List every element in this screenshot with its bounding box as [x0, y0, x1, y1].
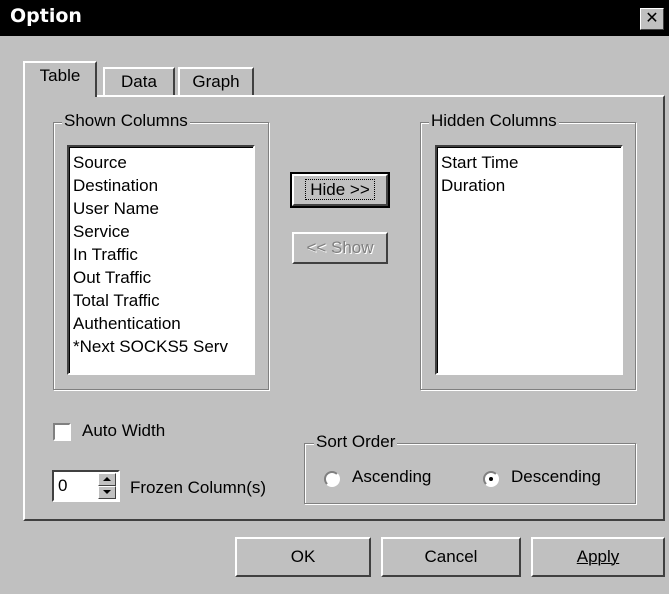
list-item[interactable]: Total Traffic: [73, 289, 253, 312]
close-button[interactable]: ✕: [640, 8, 664, 30]
hide-button[interactable]: Hide >>: [290, 172, 390, 208]
frozen-columns-value: 0: [58, 476, 68, 495]
descending-radio[interactable]: [483, 471, 499, 487]
ok-button-label: OK: [290, 547, 316, 566]
cancel-button[interactable]: Cancel: [381, 537, 521, 577]
hidden-columns-list[interactable]: Start Time Duration: [435, 145, 623, 375]
apply-button-label: Apply: [576, 547, 620, 566]
frozen-columns-label: Frozen Column(s): [130, 478, 267, 497]
auto-width-checkbox[interactable]: [53, 423, 71, 441]
list-item[interactable]: Source: [73, 151, 253, 174]
tab-table-label: Table: [39, 66, 81, 85]
window-title: Option: [10, 5, 82, 27]
hide-button-label: Hide >>: [305, 179, 375, 200]
auto-width-label[interactable]: Auto Width: [82, 421, 165, 441]
descending-label[interactable]: Descending: [511, 467, 601, 487]
tab-data[interactable]: Data: [103, 67, 175, 95]
radio-selected-dot: [489, 477, 493, 481]
tab-graph[interactable]: Graph: [178, 67, 254, 95]
spin-down-button[interactable]: [98, 486, 116, 499]
close-icon: ✕: [645, 10, 659, 27]
spin-up-button[interactable]: [98, 473, 116, 486]
ascending-label[interactable]: Ascending: [352, 467, 431, 487]
arrow-down-icon: [103, 490, 111, 494]
title-bar: Option ✕: [0, 0, 669, 36]
tab-table[interactable]: Table: [23, 61, 97, 97]
frozen-columns-stepper[interactable]: [98, 473, 116, 499]
arrow-up-icon: [103, 477, 111, 481]
shown-columns-list[interactable]: Source Destination User Name Service In …: [67, 145, 255, 375]
show-button[interactable]: << Show: [292, 232, 388, 264]
ascending-radio[interactable]: [324, 471, 340, 487]
hidden-columns-title: Hidden Columns: [429, 111, 559, 131]
list-item[interactable]: In Traffic: [73, 243, 253, 266]
list-item[interactable]: *Next SOCKS5 Serv: [73, 335, 253, 358]
show-button-label: << Show: [306, 238, 374, 257]
list-item[interactable]: Service: [73, 220, 253, 243]
sort-order-title: Sort Order: [314, 432, 398, 452]
list-item[interactable]: Duration: [441, 174, 621, 197]
cancel-button-label: Cancel: [424, 547, 478, 566]
list-item[interactable]: Authentication: [73, 312, 253, 335]
ok-button[interactable]: OK: [235, 537, 371, 577]
list-item[interactable]: Destination: [73, 174, 253, 197]
shown-columns-title: Shown Columns: [62, 111, 190, 131]
list-item[interactable]: Start Time: [441, 151, 621, 174]
list-item[interactable]: Out Traffic: [73, 266, 253, 289]
apply-button[interactable]: Apply: [531, 537, 665, 577]
tab-graph-label: Graph: [192, 72, 240, 91]
tab-data-label: Data: [121, 72, 157, 91]
list-item[interactable]: User Name: [73, 197, 253, 220]
